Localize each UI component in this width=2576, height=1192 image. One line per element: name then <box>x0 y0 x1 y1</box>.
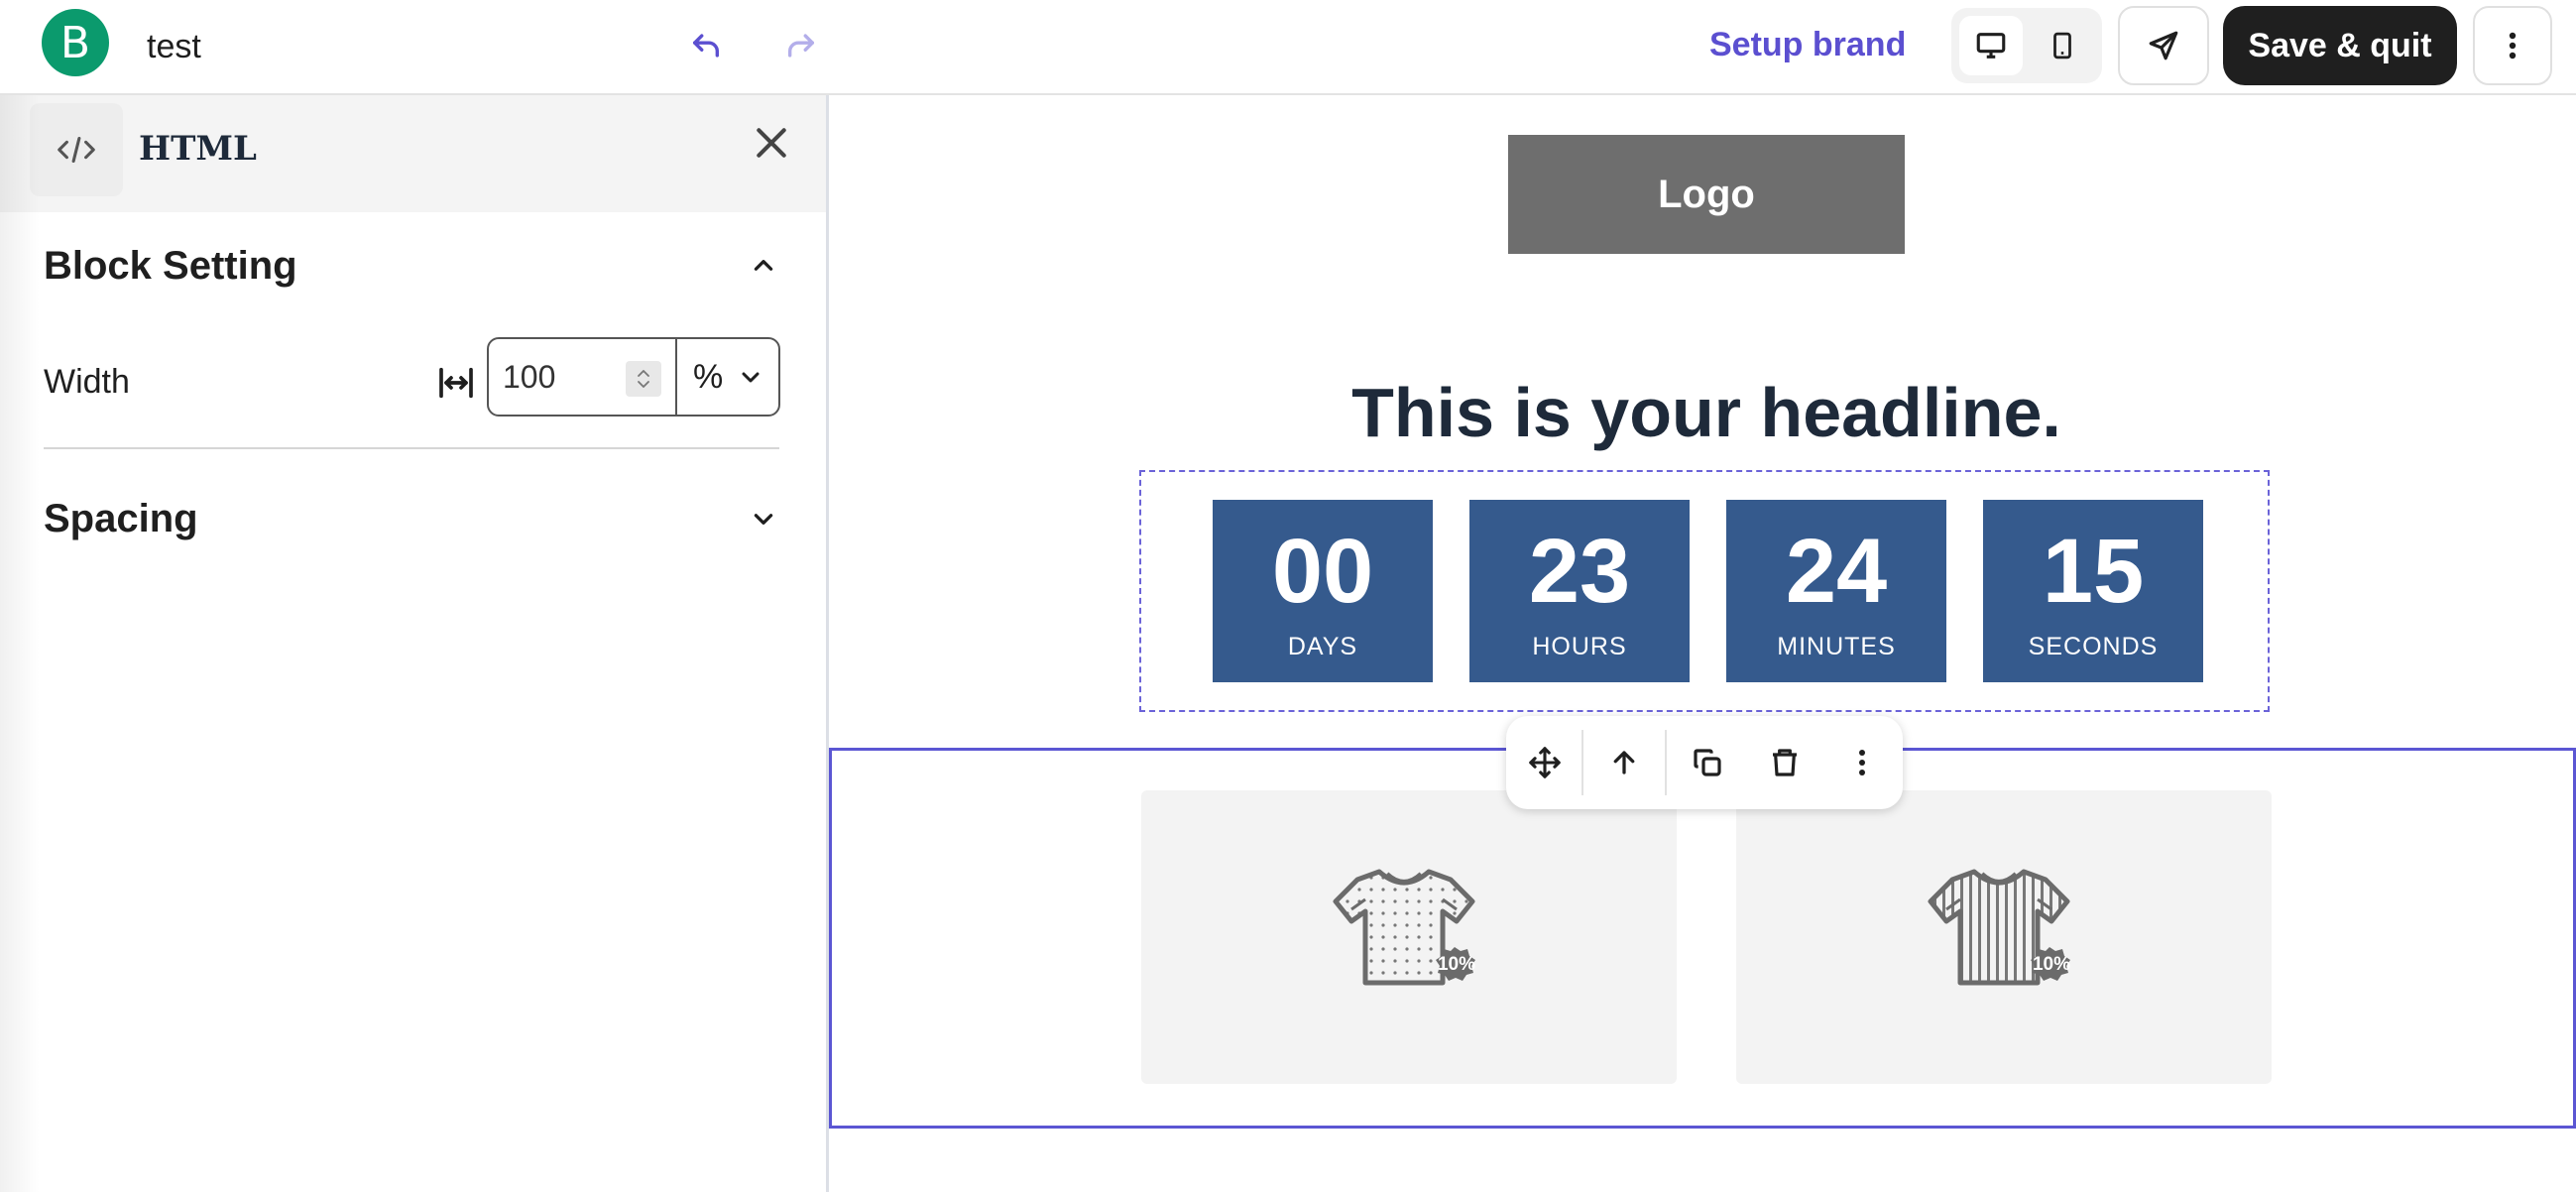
countdown-minutes: 24 MINUTES <box>1726 500 1946 682</box>
product-card[interactable]: 10% <box>1736 790 2272 1084</box>
close-icon <box>757 128 786 158</box>
arrow-up-icon <box>1613 751 1635 775</box>
panel-title: HTML <box>139 129 257 169</box>
redo-icon <box>787 34 815 58</box>
top-bar: B test Setup brand Save & quit <box>0 0 2576 95</box>
stepper-up-icon <box>638 370 649 377</box>
countdown-days-label: DAYS <box>1287 633 1358 660</box>
duplicate-block-button[interactable] <box>1683 738 1732 787</box>
chevron-up-icon <box>754 260 773 271</box>
block-setting-toggle[interactable] <box>742 244 785 288</box>
desktop-icon <box>1976 33 2006 59</box>
width-control: % <box>487 337 780 417</box>
move-icon <box>1529 747 1561 778</box>
width-unit-value: % <box>693 357 724 396</box>
block-toolbar <box>1506 716 1903 809</box>
mobile-view-button[interactable] <box>2031 16 2094 75</box>
undo-icon <box>692 34 720 58</box>
countdown-days: 00 DAYS <box>1213 500 1433 682</box>
spacing-toggle[interactable] <box>742 497 785 540</box>
unit-divider <box>675 339 677 415</box>
more-options-button[interactable] <box>2473 6 2552 85</box>
toolbar-separator <box>1581 730 1583 795</box>
countdown-hours: 23 HOURS <box>1469 500 1690 682</box>
undo-button[interactable] <box>682 22 730 69</box>
discount-badge: 10% <box>1437 954 1476 975</box>
width-input[interactable] <box>503 351 622 403</box>
countdown-seconds-value: 15 <box>2042 521 2145 622</box>
document-name[interactable]: test <box>147 28 201 66</box>
block-setting-title[interactable]: Block Setting <box>44 244 297 289</box>
product-card[interactable]: 10% <box>1141 790 1677 1084</box>
move-block-button[interactable] <box>1520 738 1570 787</box>
chevron-down-icon <box>754 514 773 525</box>
logo-block[interactable]: Logo <box>1508 135 1905 254</box>
mobile-icon <box>2053 32 2071 60</box>
width-resize-icon <box>439 367 473 399</box>
duplicate-icon <box>1694 749 1721 776</box>
move-block-up-button[interactable] <box>1599 738 1649 787</box>
spacing-title[interactable]: Spacing <box>44 497 198 541</box>
panel-edge-shadow <box>0 95 40 1192</box>
redo-button[interactable] <box>777 22 825 69</box>
desktop-view-button[interactable] <box>1959 16 2023 75</box>
countdown-minutes-value: 24 <box>1785 521 1888 622</box>
headline-block[interactable]: This is your headline. <box>1030 373 2383 452</box>
toolbar-separator <box>1665 730 1667 795</box>
code-icon <box>58 136 95 164</box>
countdown-timer-block[interactable]: 00 DAYS 23 HOURS 24 MINUTES 15 SECONDS <box>1139 470 2270 712</box>
width-stepper[interactable] <box>626 361 661 397</box>
more-vertical-icon <box>1859 750 1865 775</box>
tshirt-dots-icon <box>1333 869 1475 986</box>
shirt-image: 10% <box>1330 860 1488 999</box>
width-unit-select[interactable]: % <box>687 351 774 403</box>
chevron-down-icon <box>742 372 760 383</box>
settings-panel: HTML Block Setting Width % Spacing <box>0 95 829 1192</box>
close-panel-button[interactable] <box>746 117 797 169</box>
countdown-seconds-label: SECONDS <box>2028 633 2159 660</box>
section-divider <box>44 447 779 449</box>
send-icon <box>2149 31 2178 60</box>
html-block-icon <box>30 103 123 196</box>
save-and-quit-button[interactable]: Save & quit <box>2223 6 2457 85</box>
email-canvas: Logo This is your headline. 00 DAYS 23 H… <box>829 95 2576 1192</box>
tshirt-stripes-icon <box>1928 869 2070 986</box>
countdown-seconds: 15 SECONDS <box>1983 500 2203 682</box>
panel-header: HTML <box>0 95 826 212</box>
countdown-hours-value: 23 <box>1528 521 1631 622</box>
device-toggle <box>1951 8 2102 83</box>
brand-logo[interactable]: B <box>42 9 109 76</box>
trash-icon <box>1773 749 1797 776</box>
delete-block-button[interactable] <box>1760 738 1810 787</box>
block-more-button[interactable] <box>1837 738 1887 787</box>
stepper-down-icon <box>638 381 649 388</box>
countdown-minutes-label: MINUTES <box>1777 633 1896 660</box>
send-test-button[interactable] <box>2118 6 2209 85</box>
countdown-hours-label: HOURS <box>1532 633 1627 660</box>
discount-badge: 10% <box>2032 954 2071 975</box>
width-label: Width <box>44 363 130 401</box>
shirt-image: 10% <box>1925 860 2083 999</box>
setup-brand-link[interactable]: Setup brand <box>1709 26 1906 64</box>
brand-initial: B <box>59 17 91 68</box>
countdown-days-value: 00 <box>1271 521 1374 622</box>
more-vertical-icon <box>2509 32 2517 60</box>
